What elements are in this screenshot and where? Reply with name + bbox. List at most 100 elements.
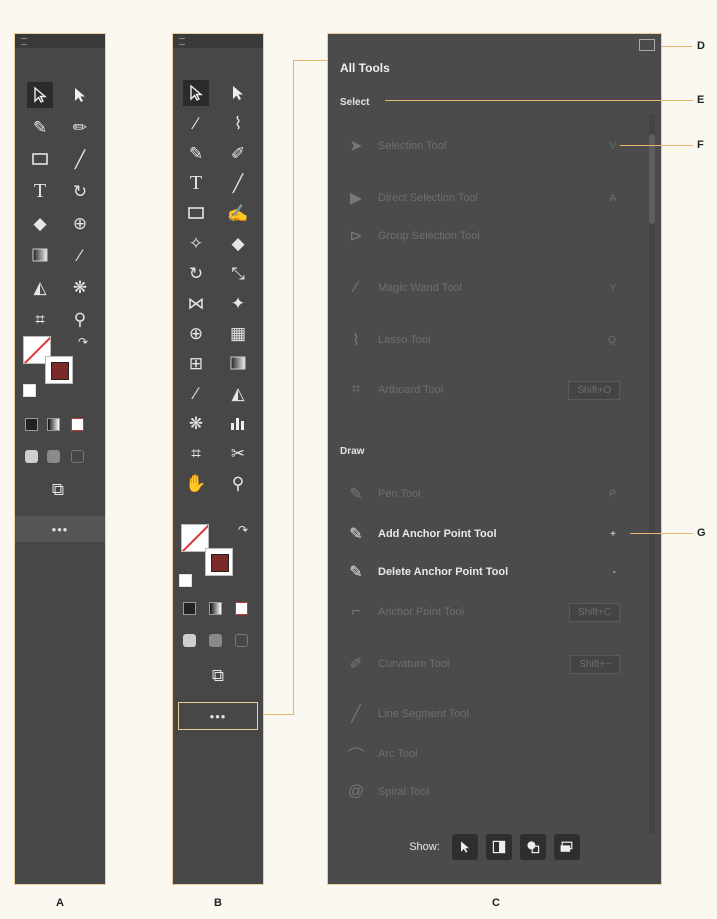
perspective-grid-tool-icon[interactable]: ▦ [225,320,251,346]
toolbar-b-header[interactable] [173,34,263,48]
eyedropper-tool-icon[interactable]: ⁄ [183,380,209,406]
tool-row-spiral[interactable]: @ Spiral Tool [344,778,634,806]
selection-tool-icon[interactable] [183,80,209,106]
grip-icon[interactable] [21,38,27,45]
show-selection-tools-icon[interactable] [451,834,478,860]
tool-row-arc[interactable]: ⌒ Arc Tool [344,740,634,768]
panel-scrollbar[interactable] [649,114,655,834]
show-paint-tools-icon[interactable] [485,834,512,860]
shape-builder-tool-icon[interactable]: ⊕ [67,210,93,236]
width-tool-icon[interactable]: ⋈ [183,290,209,316]
rectangle-tool-icon[interactable] [27,146,53,172]
draw-inside-icon[interactable] [235,634,248,647]
tool-shortcut: A [609,192,616,204]
anchor-point-icon: ⌐ [351,603,361,620]
draw-behind-icon[interactable] [47,450,60,463]
swap-colors-icon[interactable]: ↷ [75,334,91,350]
blend-tool-icon[interactable]: ◭ [225,380,251,406]
rectangle-tool-icon[interactable] [183,200,209,226]
brush-tool-icon[interactable]: ╱ [67,146,93,172]
show-filter-row: Show: [328,832,661,862]
tool-row-group-selection[interactable]: ⊳ Group Selection Tool [344,222,634,250]
grip-icon[interactable] [179,38,185,45]
tool-row-curvature[interactable]: ✐ Curvature Tool Shift+~ [344,650,634,678]
tool-row-pen[interactable]: ✎ Pen Tool P [344,480,634,508]
gradient-tool-icon[interactable] [27,242,53,268]
mesh-tool-icon[interactable]: ⊞ [183,350,209,376]
toolbar-a-header[interactable] [15,34,105,48]
artboard-icon: ⌗ [351,381,361,398]
type-tool-icon[interactable]: T [27,178,53,204]
color-mode-icon[interactable] [183,602,196,615]
draw-normal-icon[interactable] [25,450,38,463]
tool-row-delete-anchor[interactable]: ✎ Delete Anchor Point Tool - [344,558,634,586]
hand-tool-icon[interactable]: ✋ [183,470,209,496]
rotate-tool-icon[interactable]: ↻ [183,260,209,286]
scale-tool-icon[interactable]: ⤡ [225,260,251,286]
type-tool-icon[interactable]: T [183,170,209,196]
direct-selection-tool-icon[interactable] [67,82,93,108]
shaper-tool-icon[interactable]: ✧ [183,230,209,256]
pen-tool-icon[interactable]: ✎ [27,114,53,140]
pen-tool-icon[interactable]: ✎ [183,140,209,166]
stroke-swatch[interactable] [205,548,233,576]
symbol-sprayer-tool-icon[interactable]: ❋ [67,274,93,300]
column-graph-tool-icon[interactable] [225,410,251,436]
tool-shortcut: V [609,140,616,152]
none-mode-icon[interactable] [71,418,84,431]
tool-row-anchor-point[interactable]: ⌐ Anchor Point Tool Shift+C [344,598,634,626]
paintbrush-tool-icon[interactable]: ✍ [225,200,251,226]
rotate-tool-icon[interactable]: ↻ [67,178,93,204]
gradient-mode-icon[interactable] [47,418,60,431]
eraser-tool-icon[interactable]: ◆ [225,230,251,256]
draw-normal-icon[interactable] [183,634,196,647]
artboard-tool-icon[interactable]: ⌗ [183,440,209,466]
eyedropper-tool-icon[interactable]: ⁄ [67,242,93,268]
swap-colors-icon[interactable]: ↷ [235,522,251,538]
stroke-swatch[interactable] [45,356,73,384]
lasso-tool-icon[interactable]: ⌇ [225,110,251,136]
zoom-tool-icon[interactable]: ⚲ [67,306,93,332]
curvature-tool-icon[interactable]: ✐ [225,140,251,166]
none-mode-icon[interactable] [235,602,248,615]
more-tools-button[interactable]: ••• [173,709,263,724]
gradient-tool-icon[interactable] [225,350,251,376]
tool-row-selection[interactable]: ➤ Selection Tool V [344,132,634,160]
show-layers-tools-icon[interactable] [553,834,580,860]
blend-tool-icon[interactable]: ◭ [27,274,53,300]
connector-line [293,60,327,61]
tool-row-artboard[interactable]: ⌗ Artboard Tool Shift+O [344,376,634,404]
show-shape-tools-icon[interactable] [519,834,546,860]
gradient-mode-icon[interactable] [209,602,222,615]
tool-row-direct-selection[interactable]: ▶ Direct Selection Tool A [344,184,634,212]
screen-mode-icon[interactable]: ⧉ [45,476,71,502]
shape-builder-tool-icon[interactable]: ⊕ [183,320,209,346]
line-segment-tool-icon[interactable]: ╱ [225,170,251,196]
artboard-tool-icon[interactable]: ⌗ [27,306,53,332]
selection-tool-icon[interactable] [27,82,53,108]
tool-label: Delete Anchor Point Tool [378,566,509,578]
tool-row-magic-wand[interactable]: ⁄ Magic Wand Tool Y [344,274,634,302]
pencil-tool-icon[interactable]: ✏ [67,114,93,140]
color-mode-icon[interactable] [25,418,38,431]
more-tools-button[interactable]: ••• [15,522,105,537]
magic-wand-tool-icon[interactable]: ⁄ [183,110,209,136]
selection-arrow-icon: ➤ [349,138,363,155]
zoom-tool-icon[interactable]: ⚲ [225,470,251,496]
draw-behind-icon[interactable] [209,634,222,647]
default-colors-icon[interactable] [23,384,36,397]
draw-inside-icon[interactable] [71,450,84,463]
default-colors-icon[interactable] [179,574,192,587]
panel-menu-icon[interactable] [639,39,655,51]
tool-row-line-segment[interactable]: ╱ Line Segment Tool [344,700,634,728]
direct-selection-tool-icon[interactable] [225,80,251,106]
screen-mode-icon[interactable]: ⧉ [205,662,231,688]
scrollbar-thumb[interactable] [649,134,655,224]
tool-row-lasso[interactable]: ⌇ Lasso Tool Q [344,326,634,354]
eraser-tool-icon[interactable]: ◆ [27,210,53,236]
slice-tool-icon[interactable]: ✂ [225,440,251,466]
tool-row-add-anchor[interactable]: ✎ Add Anchor Point Tool + [344,520,634,548]
callout-label-e: E [697,94,705,106]
symbol-sprayer-tool-icon[interactable]: ❋ [183,410,209,436]
puppet-warp-tool-icon[interactable]: ✦ [225,290,251,316]
